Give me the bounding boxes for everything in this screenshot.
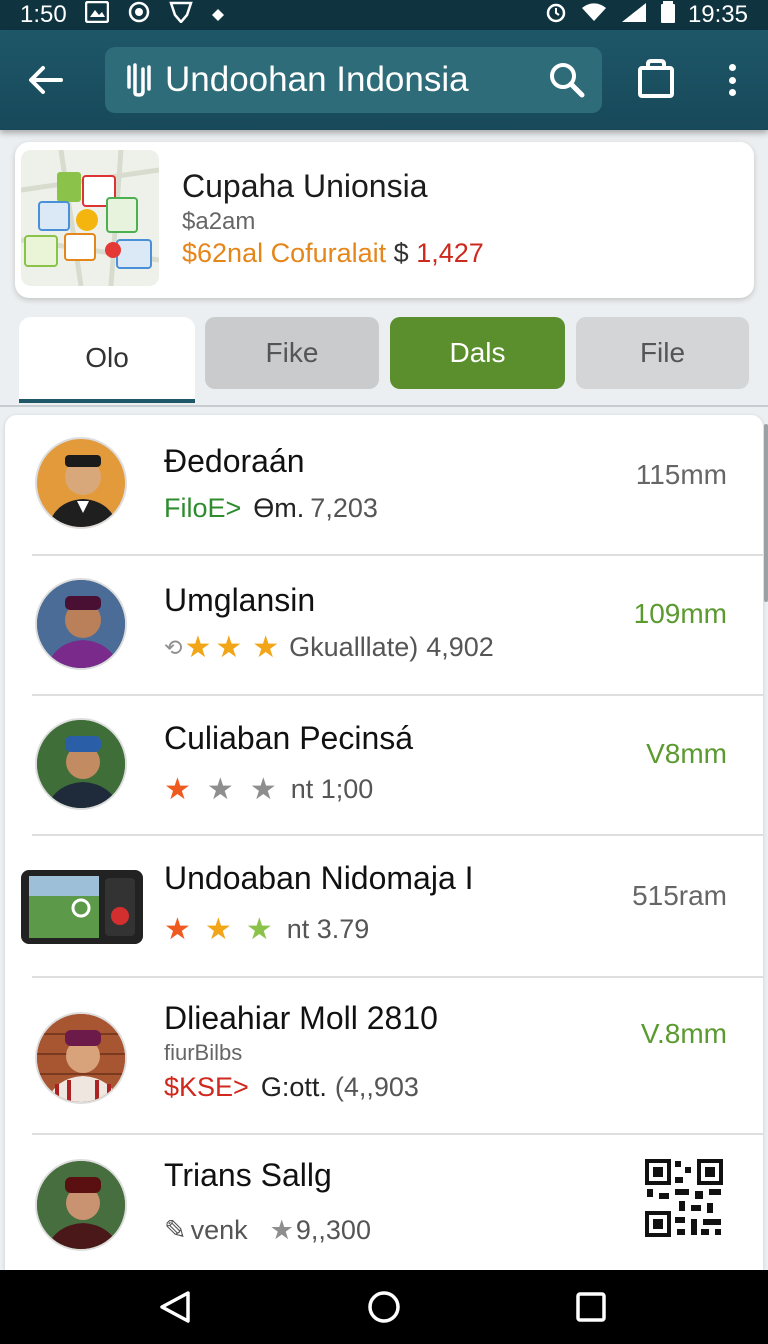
star-icon: ★ (206, 772, 234, 806)
status-clock: 19:35 (687, 1, 748, 28)
item-tag: FiloE> (164, 493, 242, 523)
item-rating: ⟲ ★ ★ ★ Gkualllate) 4,902 (164, 632, 494, 663)
avatar (35, 437, 127, 529)
item-distance: 515ram (632, 880, 727, 911)
item-meta-bold: Ɵm. (253, 493, 305, 523)
item-count: nt 3.79 (286, 914, 370, 944)
star-icon: ★ (164, 772, 191, 806)
list-item[interactable]: Undoaban Nidomaja I ★ ★ ★ nt 3.79 515ram (5, 836, 763, 976)
item-meta: $KSE> G:ott. (4,,903 (164, 1072, 419, 1103)
shield-notification-icon (168, 1, 193, 30)
rating-label: Gkualllate) (289, 632, 419, 662)
avatar (35, 718, 127, 810)
card-subtitle: $a2am (182, 208, 256, 235)
list-item[interactable]: Đedoraán FiloE> Ɵm. 7,203 115mm (5, 415, 763, 555)
tab-fike[interactable]: Fike (205, 317, 379, 389)
tabs-divider (0, 405, 768, 407)
avatar (35, 1012, 127, 1104)
dot-notification-icon (211, 1, 225, 29)
cart-icon (638, 59, 674, 98)
nav-home-icon[interactable] (367, 1290, 401, 1324)
item-count: 7,203 (310, 493, 378, 523)
results-list: Đedoraán FiloE> Ɵm. 7,203 115mm Umglansi… (5, 415, 763, 1270)
status-time: 1:50 (20, 1, 67, 28)
star-icon: ★ (252, 630, 280, 664)
search-bar[interactable]: Undoohan Indonsia (105, 47, 602, 113)
battery-icon (660, 0, 676, 31)
nav-back-icon[interactable] (158, 1290, 192, 1324)
tab-olo[interactable]: Olo (19, 317, 195, 403)
app-notification-icon (127, 1, 151, 30)
app-bar: Undoohan Indonsia (0, 30, 768, 130)
item-rating: ★ ★ ★ nt 1;00 (164, 774, 373, 805)
item-title: Umglansin (164, 582, 316, 618)
search-icon[interactable] (548, 61, 586, 99)
price-currency: $ (393, 238, 409, 268)
device-thumbnail (21, 870, 143, 944)
list-item[interactable]: Culiaban Pecinsá ★ ★ ★ nt 1;00 V8mm (5, 696, 763, 834)
item-count: 4,902 (426, 632, 494, 662)
item-title: Undoaban Nidomaja I (164, 860, 474, 896)
star-icon: ★ (184, 630, 212, 664)
back-arrow-icon (29, 66, 63, 94)
cart-button[interactable] (636, 58, 676, 105)
item-title: Đedoraán (164, 443, 305, 479)
list-item[interactable]: Dlieahiar Moll 2810 fiurBilbs $KSE> G:ot… (5, 978, 763, 1133)
rating-icon: ⟲ (164, 634, 183, 660)
star-icon: ★ (249, 772, 277, 806)
summary-card[interactable]: Cupaha Unionsia $a2am $62nal Cofuralait … (15, 142, 754, 298)
edit-icon: ✎ (164, 1215, 187, 1245)
more-vert-icon[interactable] (718, 58, 746, 102)
item-distance: V.8mm (640, 1018, 727, 1049)
item-title: Trians Sallg (164, 1157, 332, 1193)
item-count: (4,,903 (334, 1072, 419, 1102)
item-meta: ✎ venk ★ 9,,300 (164, 1215, 371, 1246)
tab-dals[interactable]: Dals (390, 317, 565, 389)
item-distance: V8mm (646, 738, 727, 769)
star-icon: ★ (245, 912, 273, 946)
item-distance: 109mm (633, 598, 727, 629)
star-icon: ★ (204, 912, 232, 946)
item-tag: $KSE> (164, 1072, 249, 1102)
star-icon: ★ (269, 1215, 294, 1245)
status-bar: 1:50 19:35 (0, 0, 768, 30)
item-meta: FiloE> Ɵm. 7,203 (164, 493, 378, 524)
back-button[interactable] (0, 30, 90, 130)
wifi-icon (580, 1, 608, 30)
signal-icon (620, 1, 648, 30)
star-icon: ★ (215, 630, 243, 664)
avatar (35, 1159, 127, 1251)
gallery-notification-icon (84, 0, 109, 30)
list-item[interactable]: Umglansin ⟲ ★ ★ ★ Gkualllate) 4,902 109m… (5, 556, 763, 694)
item-rating: ★ ★ ★ nt 3.79 (164, 914, 369, 945)
item-count: 9,,300 (295, 1215, 371, 1245)
price-value: 1,427 (416, 238, 484, 268)
nav-recents-icon[interactable] (576, 1290, 606, 1324)
item-subtitle: fiurBilbs (164, 1040, 243, 1065)
item-distance: 115mm (635, 459, 727, 490)
star-icon: ★ (164, 912, 191, 946)
logo-icon (127, 63, 151, 97)
item-title: Dlieahiar Moll 2810 (164, 1000, 438, 1036)
item-count: nt 1;00 (290, 774, 374, 804)
card-title: Cupaha Unionsia (182, 168, 428, 204)
map-thumbnail (21, 150, 159, 286)
avatar (35, 578, 127, 670)
item-meta-label: venk (190, 1215, 248, 1245)
alarm-icon (544, 0, 568, 31)
search-title: Undoohan Indonsia (165, 60, 469, 99)
card-price: $62nal Cofuralait $ 1,427 (182, 238, 484, 269)
qr-code-icon[interactable] (643, 1157, 725, 1239)
item-meta-bold: G:ott. (260, 1072, 327, 1102)
price-label: $62nal Cofuralait (182, 238, 387, 268)
item-title: Culiaban Pecinsá (164, 720, 414, 756)
tab-file[interactable]: File (576, 317, 749, 389)
scrollbar[interactable] (764, 424, 768, 602)
list-item[interactable]: Trians Sallg ✎ venk ★ 9,,300 (5, 1135, 763, 1270)
navigation-bar (0, 1270, 768, 1344)
